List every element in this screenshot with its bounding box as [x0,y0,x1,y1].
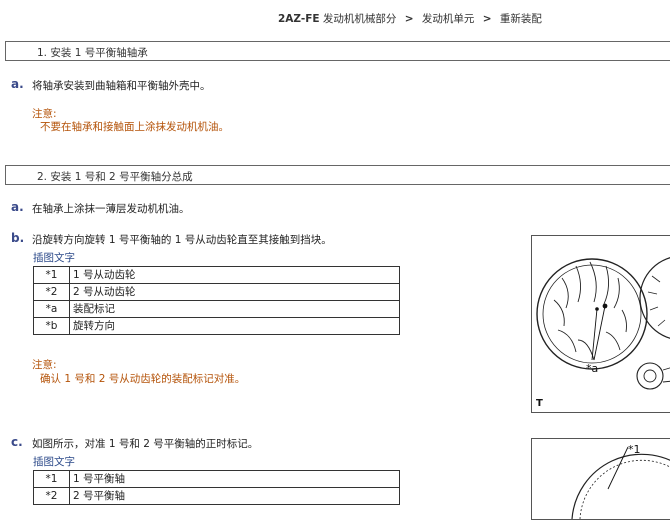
legend-value: 1 号平衡轴 [69,470,400,488]
table-row: *2 2 号平衡轴 [33,487,400,505]
breadcrumb-item[interactable]: 发动机机械部分 [323,13,397,25]
legend-key: *b [33,317,70,335]
legend-table: *1 1 号从动齿轮 *2 2 号从动齿轮 *a 装配标记 *b 旋转方向 [33,266,400,335]
section-header-1: 1. 安装 1 号平衡轴轴承 [5,41,670,61]
breadcrumb: 2AZ-FE 发动机机械部分 > 发动机单元 > 重新装配 [278,11,542,26]
figure-label-a: *a [586,362,599,375]
balance-shaft-diagram-icon [571,446,670,519]
note-title: 注意: [32,359,57,371]
legend-value: 1 号从动齿轮 [69,266,400,284]
legend-key: *a [33,300,70,318]
breadcrumb-separator: > [404,13,414,25]
legend-value: 装配标记 [69,300,400,318]
legend-key: *1 [33,470,70,488]
figure-code: T [536,398,543,409]
gear-illustration-c: *1 [531,438,670,520]
illustration-caption: 插图文字 [33,456,75,468]
gear-illustration-b: *a T [531,235,670,413]
breadcrumb-separator: > [482,13,492,25]
legend-value: 2 号平衡轴 [69,487,400,505]
legend-key: *2 [33,487,70,505]
legend-table: *1 1 号平衡轴 *2 2 号平衡轴 [33,470,400,505]
table-row: *1 1 号平衡轴 [33,470,400,488]
note-body: 确认 1 号和 2 号从动齿轮的装配标记对准。 [40,373,246,385]
breadcrumb-item[interactable]: 重新装配 [500,13,542,25]
step-text: 在轴承上涂抹一薄层发动机机油。 [32,203,190,215]
breadcrumb-model: 2AZ-FE [278,13,320,25]
table-row: *b 旋转方向 [33,317,400,335]
step-letter: c. [11,435,23,449]
legend-key: *1 [33,266,70,284]
step-text: 将轴承安装到曲轴箱和平衡轴外壳中。 [32,80,211,92]
figure-label-1: *1 [628,443,641,456]
table-row: *1 1 号从动齿轮 [33,266,400,284]
note-body: 不要在轴承和接触面上涂抹发动机机油。 [40,121,229,133]
step-letter: a. [11,200,24,214]
section-title: 2. 安装 1 号和 2 号平衡轴分总成 [37,171,193,183]
step-letter: b. [11,231,25,245]
breadcrumb-item[interactable]: 发动机单元 [422,13,475,25]
table-row: *a 装配标记 [33,300,400,318]
step-text: 沿旋转方向旋转 1 号平衡轴的 1 号从动齿轮直至其接触到挡块。 [32,234,332,246]
section-title: 1. 安装 1 号平衡轴轴承 [37,47,148,59]
table-row: *2 2 号从动齿轮 [33,283,400,301]
illustration-caption: 插图文字 [33,252,75,264]
step-text: 如图所示，对准 1 号和 2 号平衡轴的正时标记。 [32,438,259,450]
legend-value: 2 号从动齿轮 [69,283,400,301]
step-letter: a. [11,77,24,91]
legend-value: 旋转方向 [69,317,400,335]
gear-diagram-icon [536,257,670,390]
section-header-2: 2. 安装 1 号和 2 号平衡轴分总成 [5,165,670,185]
legend-key: *2 [33,283,70,301]
